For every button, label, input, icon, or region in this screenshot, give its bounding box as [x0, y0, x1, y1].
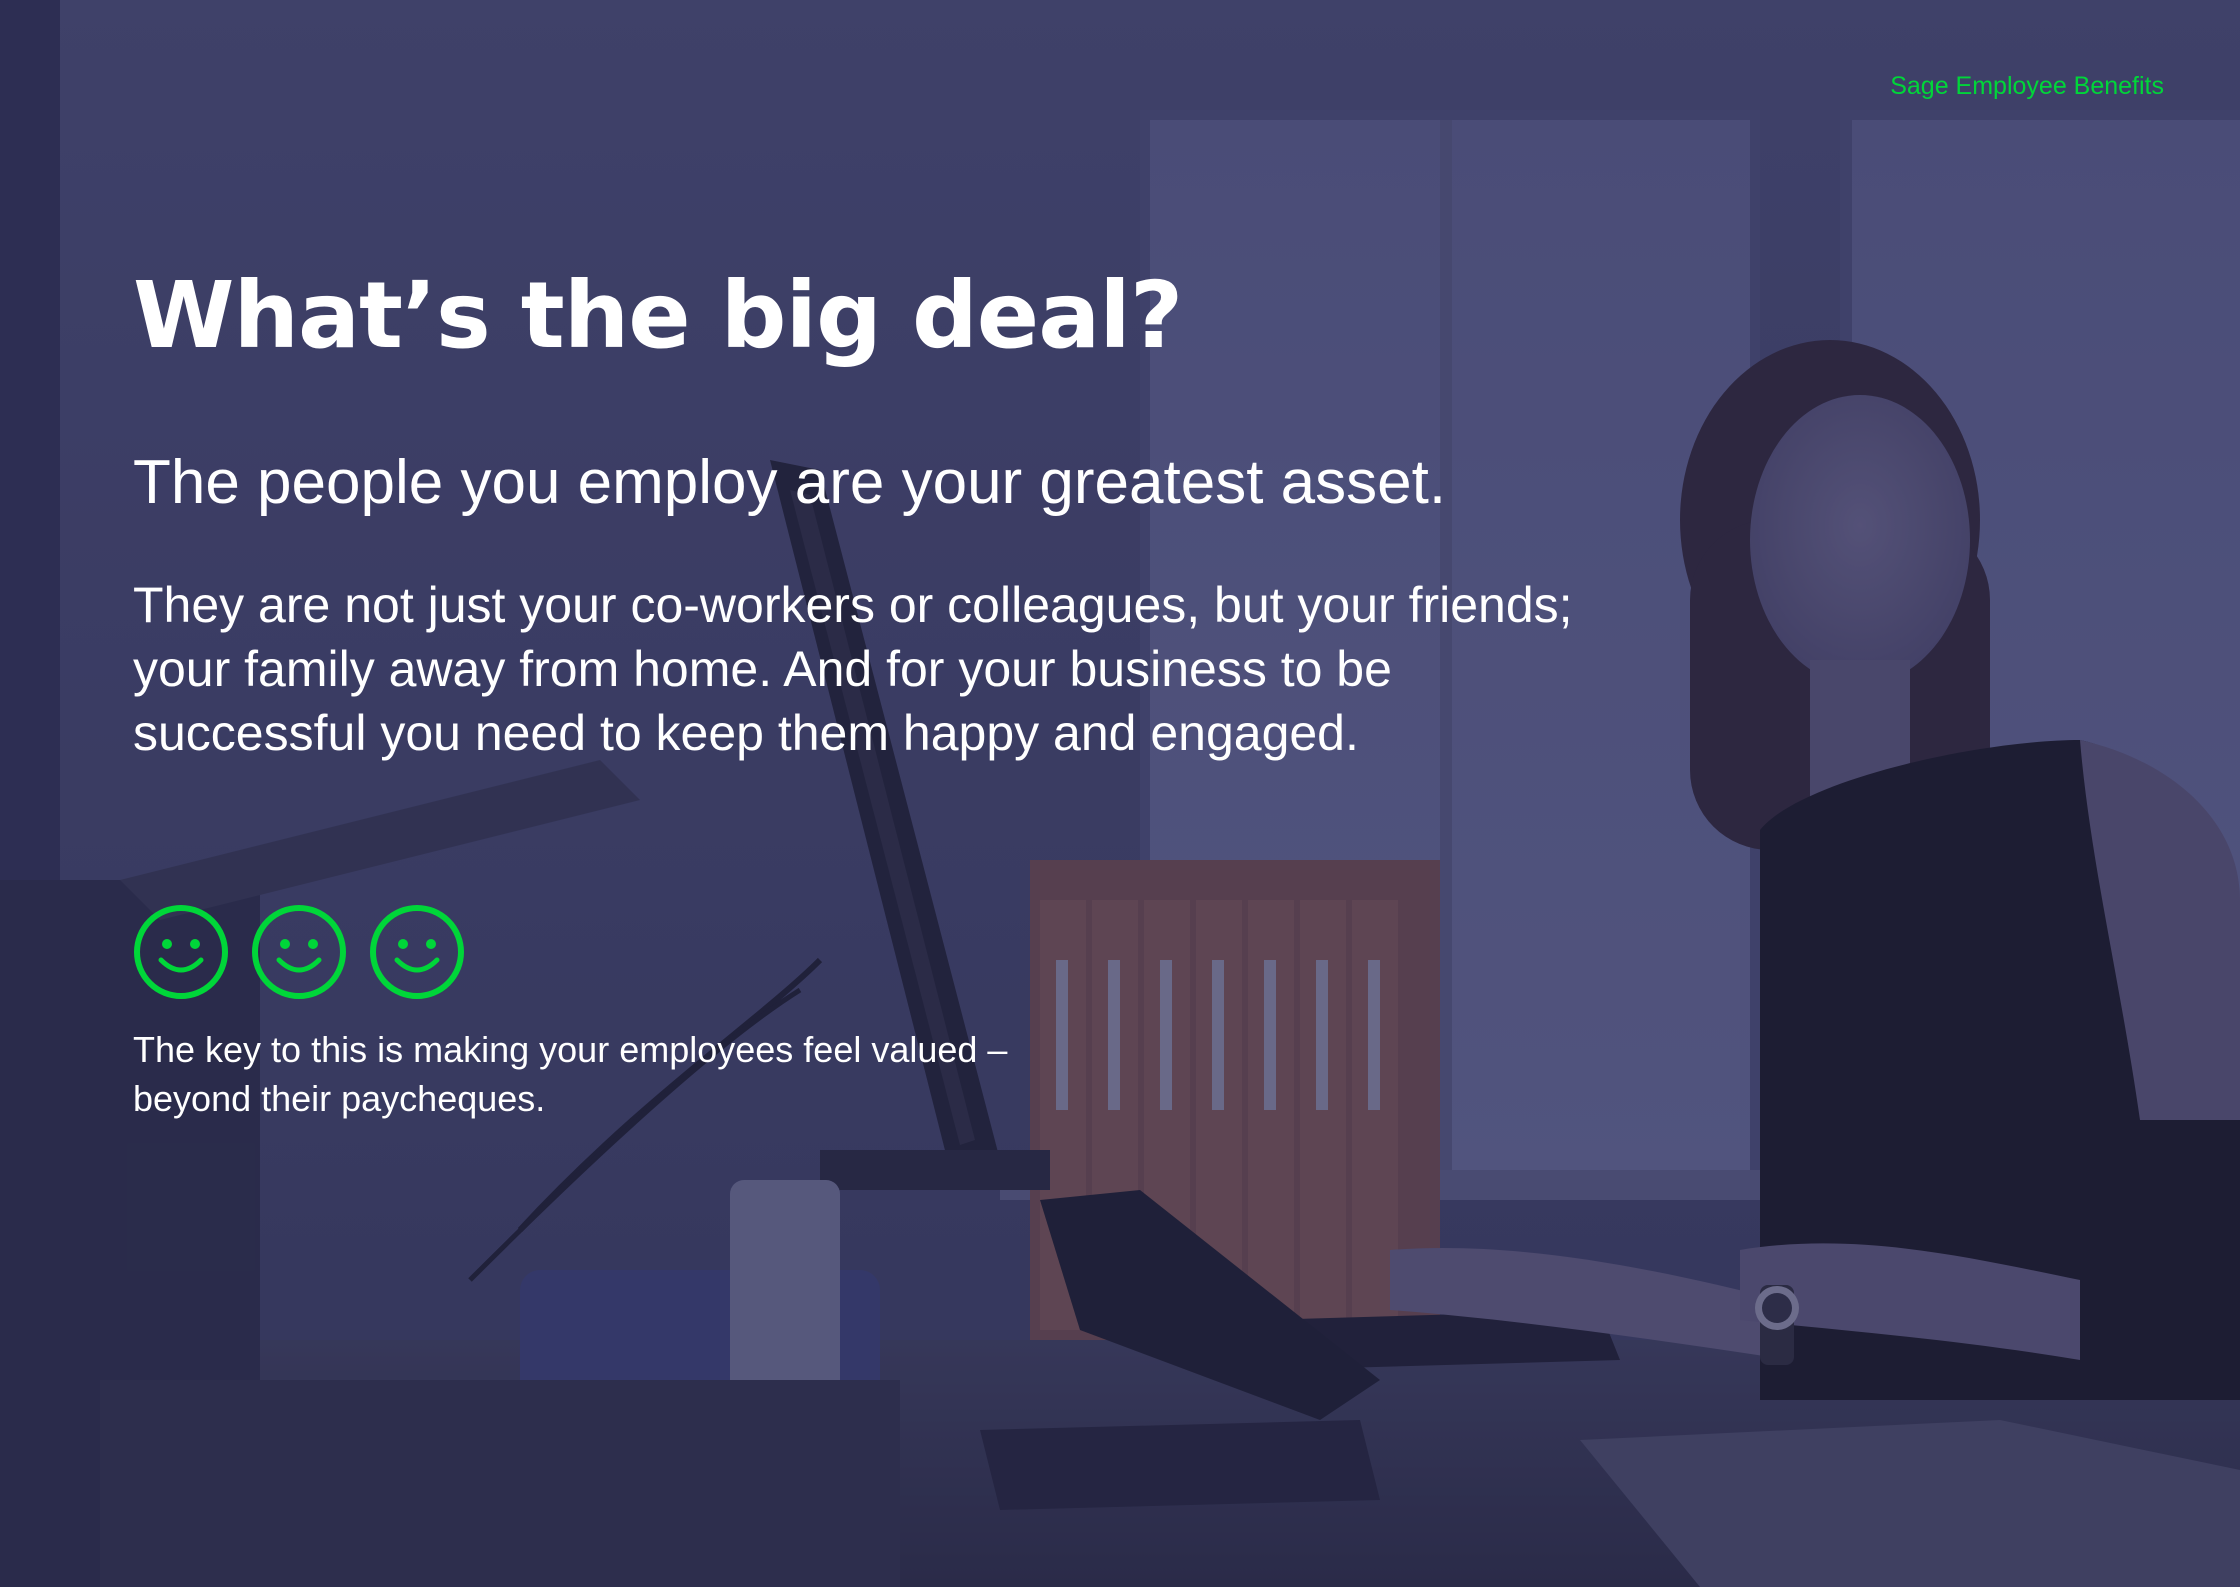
- smiley-row: [133, 904, 465, 1000]
- page-title: What’s the big deal?: [133, 262, 1183, 369]
- brand-label: Sage Employee Benefits: [1890, 72, 2164, 100]
- smiley-face-icon: [251, 904, 347, 1000]
- caption-text: The key to this is making your employees…: [133, 1029, 1008, 1119]
- smiley-face-icon: [369, 904, 465, 1000]
- page: Sage Employee Benefits What’s the big de…: [0, 0, 2240, 1587]
- lead-text: The people you employ are your greatest …: [133, 448, 1447, 517]
- background-overlay: [0, 0, 2240, 1587]
- smiley-face-icon: [133, 904, 229, 1000]
- body-text: They are not just your co-workers or col…: [133, 577, 1573, 761]
